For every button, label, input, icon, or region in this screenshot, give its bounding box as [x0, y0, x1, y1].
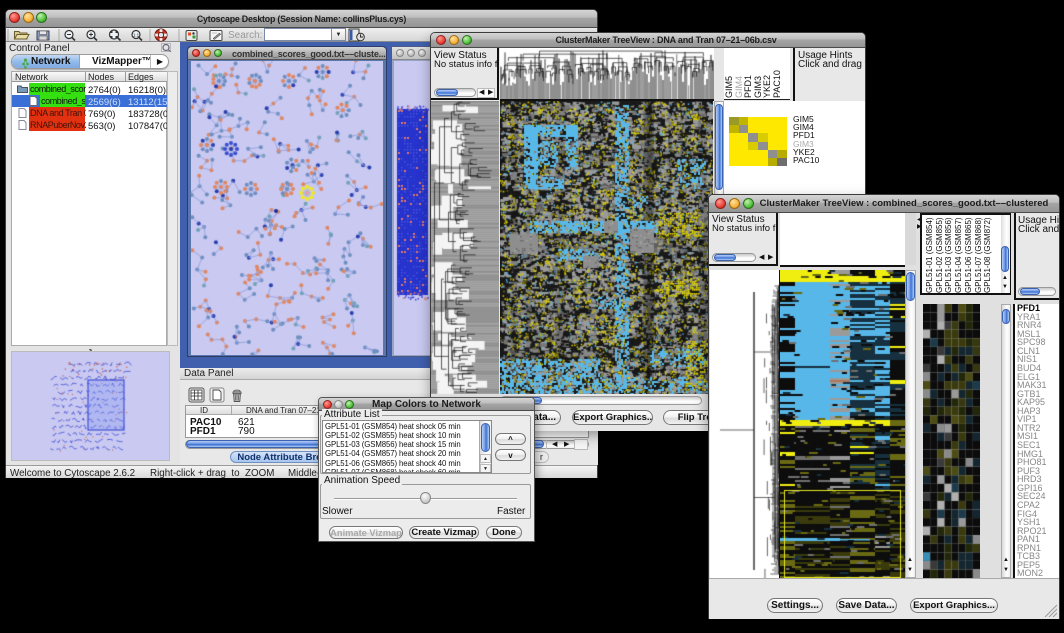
svg-text:1:1: 1:1: [133, 33, 140, 38]
